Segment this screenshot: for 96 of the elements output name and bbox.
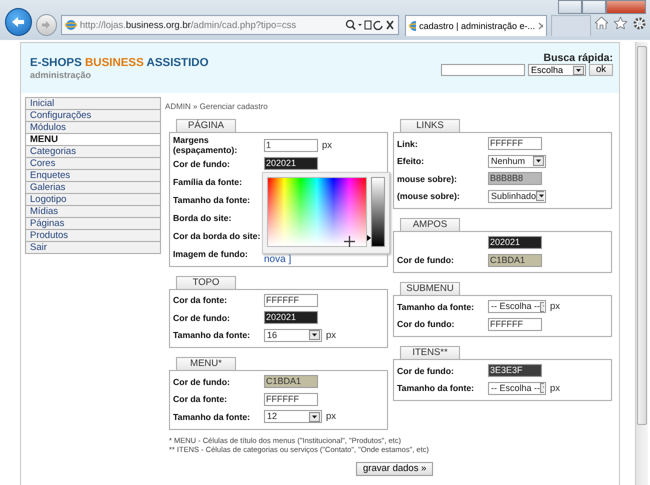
field-label: Tamanho da fonte: <box>397 383 476 394</box>
field-label: Cor de fundo: <box>173 376 231 387</box>
unit-label: px <box>326 330 336 341</box>
color-field[interactable]: 202021 <box>264 157 318 170</box>
dropdown[interactable]: 12 <box>264 410 322 424</box>
group-tab[interactable]: LINKS <box>400 119 460 132</box>
address-bar[interactable]: http://lojas.business.org.br/admin/cad.php?tipo=css <box>60 15 399 35</box>
sidebar-item[interactable]: Inicial <box>26 98 160 110</box>
sidebar-item[interactable]: Categorias <box>26 146 160 158</box>
dropdown[interactable]: Sublinhado <box>488 190 546 203</box>
field-label: Cor de fundo: <box>173 312 231 323</box>
maximize-button[interactable] <box>582 0 606 14</box>
crosshair-icon <box>344 236 355 247</box>
link-text[interactable]: nova ] <box>264 254 292 264</box>
color-field[interactable]: 202021 <box>264 311 318 324</box>
field-label: Efeito: <box>397 156 426 166</box>
minimize-button[interactable] <box>558 0 582 14</box>
url-text: http://lojas.business.org.br/admin/cad.php?tipo=css <box>80 20 298 30</box>
field-label: Tamanho da fonte: <box>173 194 252 204</box>
group-tab[interactable]: TOPO <box>176 276 236 288</box>
sidebar-item[interactable]: Enquetes <box>26 170 160 182</box>
group-tab[interactable]: MENU* <box>176 357 236 370</box>
dropdown[interactable]: 16 <box>264 328 322 342</box>
field-label: mouse sobre): <box>397 174 458 184</box>
field-label: Tamanho da fonte: <box>173 412 252 422</box>
input-field[interactable]: FFFFFF <box>488 318 542 331</box>
field-label: Cor da fonte: <box>173 295 228 306</box>
slider-thumb[interactable] <box>367 234 371 241</box>
tab-title: cadastro | administração e-... <box>419 20 536 30</box>
unit-label: px <box>550 301 560 312</box>
home-icon[interactable] <box>595 16 608 28</box>
group-tab[interactable]: SUBMENU <box>400 282 460 295</box>
color-field[interactable]: 3E3E3F <box>488 364 542 378</box>
globe-icon <box>408 20 416 32</box>
color-field[interactable]: B8B8B8 <box>488 172 542 186</box>
field-label: Borda do site: <box>173 212 232 222</box>
input-field[interactable]: FFFFFF <box>488 137 542 150</box>
sidebar-item[interactable]: Mídias <box>26 206 160 218</box>
dropdown[interactable]: -- Escolha -- <box>488 382 546 395</box>
field-label: Link: <box>397 138 419 149</box>
scrollbar[interactable] <box>635 42 648 485</box>
sidebar-item[interactable]: Páginas <box>26 218 160 230</box>
field-label: Cor do fundo: <box>397 319 456 330</box>
field-label: Tamanho da fonte: <box>173 330 252 340</box>
sidebar-item[interactable]: Galerias <box>26 182 160 194</box>
field-label: Margens (espaçamento): <box>173 135 238 155</box>
settings-icon[interactable] <box>633 16 646 30</box>
save-button[interactable]: gravar dados » <box>356 462 434 476</box>
color-field[interactable]: C1BDA1 <box>264 375 318 388</box>
unit-label: px <box>550 382 560 394</box>
search-dropdown[interactable]: Escolha <box>528 64 586 76</box>
field-label: Cor da borda do site: <box>173 230 262 240</box>
color-spectrum[interactable] <box>267 177 367 247</box>
star-icon[interactable] <box>614 16 627 28</box>
ok-button[interactable]: ok <box>588 64 613 76</box>
color-field[interactable]: 202021 <box>488 236 542 250</box>
forward-arrow-icon <box>41 20 52 30</box>
globe-icon <box>64 19 77 31</box>
search-label: Busca rápida: <box>544 52 613 64</box>
field-label: Cor de fundo: <box>397 366 455 376</box>
input-field[interactable]: 1 <box>264 138 318 152</box>
group-tab[interactable]: AMPOS <box>400 218 460 231</box>
logo-text: ASSISTIDO <box>146 57 209 69</box>
unit-label: px <box>326 411 336 422</box>
sidebar-item[interactable]: Sair <box>26 242 160 254</box>
field-label: Cor da fonte: <box>173 394 228 404</box>
sidebar-item[interactable]: Produtos <box>26 230 160 242</box>
site-subtitle: administração <box>30 70 92 80</box>
field-label: Tamanho da fonte: <box>397 302 476 312</box>
logo-text: E-SHOPS <box>30 57 82 69</box>
group-tab[interactable]: PÁGINA <box>176 119 236 132</box>
color-field[interactable]: C1BDA1 <box>488 254 542 267</box>
field-label: Família da fonte: <box>173 176 244 186</box>
close-tab-icon[interactable] <box>538 22 543 30</box>
dropdown[interactable]: Nenhum <box>488 154 546 168</box>
browser-tab[interactable]: cadastro | administração e-... <box>404 14 547 36</box>
field-label: Imagem de fundo: <box>173 248 249 258</box>
sidebar-item[interactable]: MENU <box>26 134 160 146</box>
back-button[interactable] <box>5 8 32 36</box>
field-label: (mouse sobre): <box>397 191 461 202</box>
input-field[interactable]: FFFFFF <box>264 294 318 307</box>
breadcrumb: ADMIN » Gerenciar cadastro <box>165 102 269 111</box>
field-label: Cor de fundo: <box>397 255 455 266</box>
back-arrow-icon <box>11 16 26 28</box>
address-tools-icon[interactable] <box>344 19 395 31</box>
sidebar-item[interactable]: Cores <box>26 158 160 170</box>
input-field[interactable]: FFFFFF <box>264 392 318 406</box>
search-field[interactable] <box>440 64 525 76</box>
dropdown[interactable]: -- Escolha -- <box>488 300 546 314</box>
sidebar-item[interactable]: Logotipo <box>26 194 160 206</box>
sidebar-item[interactable]: Configurações <box>26 110 160 122</box>
group-tab[interactable]: ITENS** <box>400 346 460 359</box>
logo-text: BUSINESS <box>84 57 144 69</box>
sidebar-item[interactable]: Módulos <box>26 122 160 134</box>
field-label: Cor de fundo: <box>173 158 231 169</box>
unit-label: px <box>322 140 332 150</box>
